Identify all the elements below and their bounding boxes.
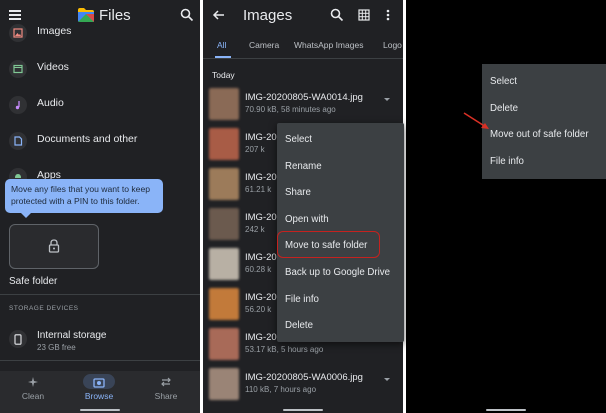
- annotation-arrow-icon: [463, 112, 489, 129]
- nav-clean-label: Clean: [21, 391, 45, 401]
- swap-arrows-icon: [161, 377, 171, 387]
- safe-folder-tooltip: Move any files that you want to keep pro…: [5, 179, 163, 218]
- nav-browse-label: Browse: [84, 391, 114, 401]
- menu-back-up-google-drive[interactable]: Back up to Google Drive: [285, 267, 390, 278]
- file-name: IMG-20200805-WA0014.jpg: [245, 92, 363, 103]
- menu-select[interactable]: Select: [490, 76, 517, 87]
- storage-section-header: STORAGE DEVICES: [9, 305, 79, 312]
- category-documents[interactable]: Documents and other: [0, 126, 200, 156]
- internal-storage-free: 23 GB free: [37, 343, 76, 352]
- file-row[interactable]: IMG-20200805-WA0014.jpg 70.90 kB, 58 minu…: [203, 86, 403, 126]
- back-arrow-icon[interactable]: [212, 8, 226, 22]
- sparkle-icon: [28, 377, 38, 387]
- menu-open-with[interactable]: Open with: [285, 214, 329, 225]
- chevron-down-icon[interactable]: [384, 98, 390, 101]
- phone-icon: [9, 330, 27, 348]
- safe-folder-label: Safe folder: [9, 276, 58, 287]
- safe-folder-card[interactable]: [9, 224, 99, 269]
- file-name: IMG-20: [245, 292, 277, 303]
- gesture-bar: [80, 409, 120, 411]
- divider: [0, 294, 200, 295]
- section-header-today: Today: [212, 70, 235, 80]
- file-meta: 53.17 kB, 5 hours ago: [245, 345, 324, 354]
- gesture-bar: [486, 409, 526, 411]
- screen-title: Images: [243, 7, 293, 24]
- file-meta: 242 k: [245, 225, 265, 234]
- video-icon: [9, 60, 27, 78]
- gesture-bar: [283, 409, 323, 411]
- file-row[interactable]: IMG-20200805-WA0006.jpg 110 kB, 7 hours a…: [203, 366, 403, 406]
- menu-share[interactable]: Share: [285, 187, 311, 198]
- file-meta: 56.20 k: [245, 305, 272, 314]
- menu-delete[interactable]: Delete: [285, 320, 313, 331]
- menu-rename[interactable]: Rename: [285, 161, 322, 172]
- file-name: IMG-20: [245, 212, 277, 223]
- file-meta: 60.28 k: [245, 265, 272, 274]
- nav-browse[interactable]: Browse: [74, 375, 124, 401]
- internal-storage-name[interactable]: Internal storage: [37, 330, 107, 341]
- category-label: Images: [37, 25, 72, 37]
- menu-file-info[interactable]: File info: [490, 156, 524, 167]
- image-icon: [9, 24, 27, 42]
- file-thumbnail: [209, 288, 239, 320]
- file-thumbnail: [209, 248, 239, 280]
- category-label: Videos: [37, 61, 69, 73]
- category-images[interactable]: Images: [0, 18, 200, 48]
- file-name: IMG-20200805-WA0006.jpg: [245, 372, 363, 383]
- tab-whatsapp-images[interactable]: WhatsApp Images: [294, 40, 363, 50]
- lock-icon: [48, 239, 60, 253]
- divider: [0, 360, 200, 361]
- file-thumbnail: [209, 168, 239, 200]
- file-thumbnail: [209, 208, 239, 240]
- files-screen: Files Images Videos Audio Documents and …: [0, 0, 200, 413]
- menu-move-out-of-safe-folder[interactable]: Move out of safe folder: [490, 129, 589, 140]
- file-meta: 207 k: [245, 145, 265, 154]
- search-icon[interactable]: [330, 8, 344, 22]
- nav-clean[interactable]: Clean: [8, 375, 58, 401]
- grid-view-icon[interactable]: [358, 9, 370, 21]
- category-label: Documents and other: [37, 133, 138, 145]
- nav-share-label: Share: [154, 391, 178, 401]
- file-meta: 70.90 kB, 58 minutes ago: [245, 105, 336, 114]
- menu-delete[interactable]: Delete: [490, 103, 518, 114]
- category-label: Audio: [37, 97, 64, 109]
- file-name: IMG-20: [245, 252, 277, 263]
- tab-logo[interactable]: Logo: [383, 40, 402, 50]
- file-name: IMG-20: [245, 172, 277, 183]
- nav-share[interactable]: Share: [141, 375, 191, 401]
- browse-icon: [93, 378, 105, 388]
- file-thumbnail: [209, 328, 239, 360]
- file-meta: 110 kB, 7 hours ago: [245, 385, 317, 394]
- file-name: IMG-20: [245, 132, 277, 143]
- category-videos[interactable]: Videos: [0, 54, 200, 84]
- filter-tabs: All Camera WhatsApp Images Logo: [203, 36, 403, 56]
- chevron-down-icon[interactable]: [384, 378, 390, 381]
- file-thumbnail: [209, 128, 239, 160]
- menu-select[interactable]: Select: [285, 134, 312, 145]
- menu-file-info[interactable]: File info: [285, 294, 319, 305]
- safe-folder-context-menu: Select Delete Move out of safe folder Fi…: [482, 64, 606, 179]
- file-meta: 61.21 k: [245, 185, 272, 194]
- file-thumbnail: [209, 368, 239, 400]
- file-thumbnail: [209, 88, 239, 120]
- safe-folder-screen: [406, 0, 606, 413]
- tab-camera[interactable]: Camera: [249, 40, 279, 50]
- document-icon: [9, 132, 27, 150]
- music-note-icon: [9, 96, 27, 114]
- category-audio[interactable]: Audio: [0, 90, 200, 120]
- bottom-navigation: Clean Browse Share: [0, 371, 200, 413]
- more-vert-icon[interactable]: [386, 9, 390, 21]
- highlight-outline: [277, 231, 380, 258]
- divider: [203, 58, 403, 59]
- tab-all[interactable]: All: [217, 40, 226, 50]
